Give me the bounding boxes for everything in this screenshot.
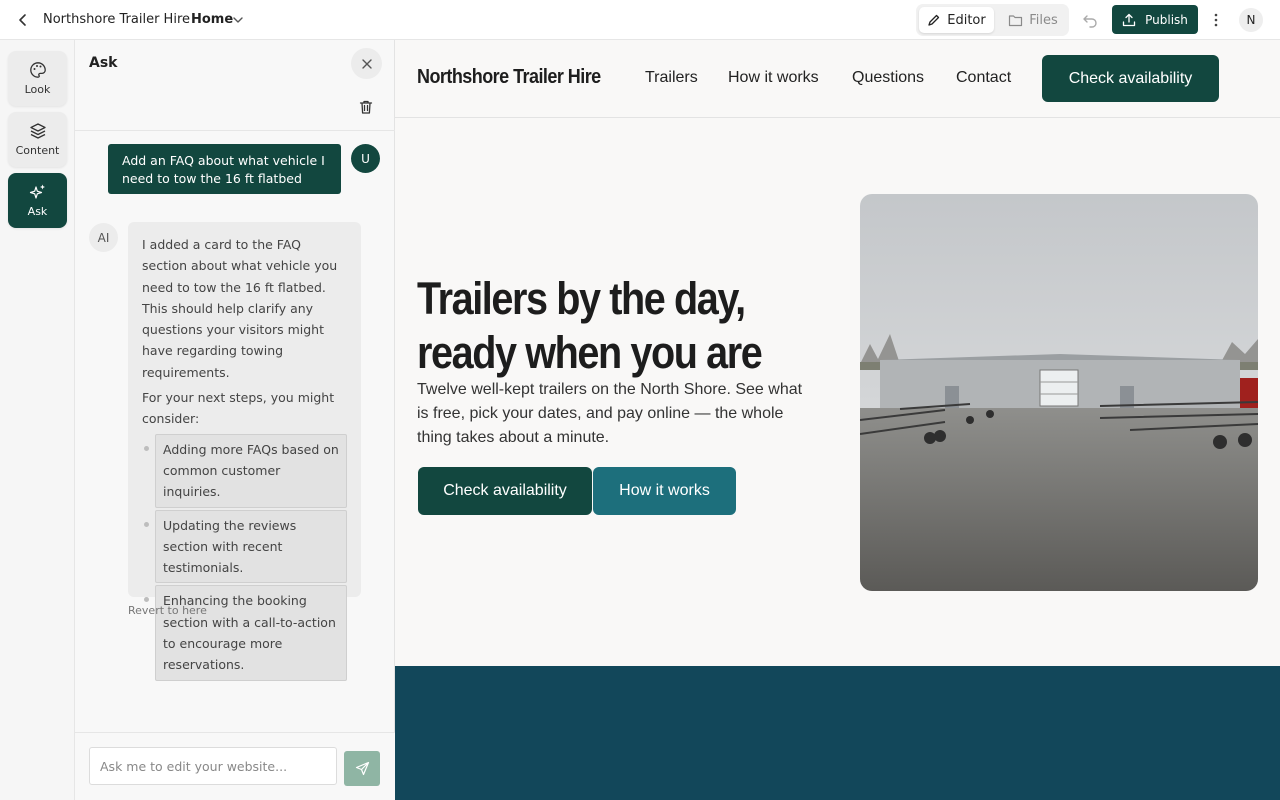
files-tab-label: Files xyxy=(1029,12,1058,28)
chevron-left-icon[interactable] xyxy=(14,11,32,29)
rail-look-button[interactable]: Look xyxy=(8,51,67,106)
nav-check-availability-button[interactable]: Check availability xyxy=(1042,55,1219,102)
chat-composer xyxy=(75,732,395,800)
ask-panel: Ask Add an FAQ about what vehicle I need… xyxy=(75,40,395,800)
nav-link-trailers[interactable]: Trailers xyxy=(645,69,698,87)
trailer-yard-photo xyxy=(860,194,1258,591)
rail-look-label: Look xyxy=(24,83,51,96)
ai-next-steps-intro: For your next steps, you might consider: xyxy=(142,390,335,427)
website-preview: Northshore Trailer Hire Trailers How it … xyxy=(395,40,1280,800)
send-button[interactable] xyxy=(344,751,380,786)
ai-message-text: I added a card to the FAQ section about … xyxy=(142,237,338,380)
nav-link-questions[interactable]: Questions xyxy=(852,69,924,87)
publish-label: Publish xyxy=(1145,12,1188,27)
folder-icon xyxy=(1009,14,1023,26)
nav-link-how-it-works[interactable]: How it works xyxy=(728,69,819,87)
layers-icon xyxy=(29,123,46,139)
undo-icon[interactable] xyxy=(1081,11,1099,29)
user-message: Add an FAQ about what vehicle I need to … xyxy=(108,144,341,194)
more-vertical-icon[interactable] xyxy=(1207,11,1225,29)
rail-content-label: Content xyxy=(15,144,60,157)
revert-link[interactable]: Revert to here xyxy=(128,604,207,617)
hero-check-availability-button[interactable]: Check availability xyxy=(418,467,592,515)
hero-heading-line-2: ready when you are xyxy=(417,327,763,378)
tool-rail: Look Content Ask xyxy=(0,40,75,800)
page-selector[interactable]: Home xyxy=(191,12,233,27)
account-avatar[interactable]: N xyxy=(1239,8,1263,32)
ai-suggestion-list: Adding more FAQs based on common custome… xyxy=(142,433,347,681)
chevron-down-icon[interactable] xyxy=(231,13,245,27)
close-icon xyxy=(361,58,372,69)
list-item: Updating the reviews section with recent… xyxy=(144,509,347,584)
panel-divider xyxy=(75,130,395,131)
ai-message: I added a card to the FAQ section about … xyxy=(128,222,361,681)
next-section-band xyxy=(395,666,1280,800)
editor-tab[interactable]: Editor xyxy=(919,7,994,33)
palette-icon xyxy=(29,62,46,78)
hero-text: Twelve well-kept trailers on the North S… xyxy=(417,381,803,446)
hero-heading-line-1: Trailers by the day, xyxy=(417,273,746,324)
nav-link-contact[interactable]: Contact xyxy=(956,69,1011,87)
mode-switcher: Editor Files xyxy=(916,4,1069,36)
list-item: Adding more FAQs based on common custome… xyxy=(144,433,347,508)
ask-input[interactable] xyxy=(89,747,337,785)
editor-tab-label: Editor xyxy=(947,12,986,28)
hero-how-it-works-button[interactable]: How it works xyxy=(593,467,736,515)
user-avatar: U xyxy=(351,144,380,173)
ai-avatar: AI xyxy=(89,223,118,252)
site-navbar: Northshore Trailer Hire Trailers How it … xyxy=(395,40,1280,118)
top-bar: Northshore Trailer Hire Home Editor File… xyxy=(0,0,1280,40)
sparkles-icon xyxy=(29,184,45,199)
files-tab[interactable]: Files xyxy=(1000,7,1066,33)
send-icon xyxy=(355,761,369,776)
rail-ask-button[interactable]: Ask xyxy=(8,173,67,228)
hero-heading: Trailers by the day, ready when you are xyxy=(417,272,769,380)
trash-icon[interactable] xyxy=(358,99,374,115)
list-item: Enhancing the booking section with a cal… xyxy=(144,585,347,681)
rail-ask-label: Ask xyxy=(27,205,48,218)
panel-title: Ask xyxy=(89,55,118,71)
pencil-icon xyxy=(928,14,940,26)
upload-icon xyxy=(1122,13,1136,26)
rail-content-button[interactable]: Content xyxy=(8,112,67,167)
hero-image xyxy=(860,194,1258,591)
close-panel-button[interactable] xyxy=(351,48,382,79)
publish-button[interactable]: Publish xyxy=(1112,5,1198,34)
site-name: Northshore Trailer Hire xyxy=(43,12,190,27)
site-brand[interactable]: Northshore Trailer Hire xyxy=(417,66,601,89)
